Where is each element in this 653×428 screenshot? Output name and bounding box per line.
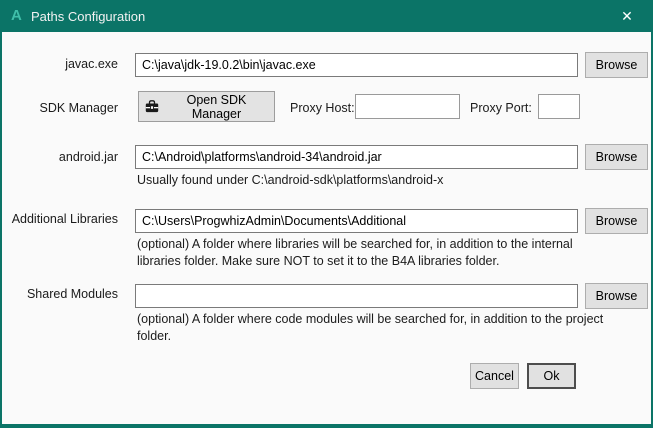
sdk-manager-label: SDK Manager — [6, 101, 118, 115]
javac-label: javac.exe — [6, 57, 118, 71]
additional-libraries-path-input[interactable] — [135, 209, 578, 233]
open-sdk-manager-label: Open SDK Manager — [165, 93, 268, 121]
android-jar-hint: Usually found under C:\android-sdk\platf… — [137, 172, 609, 189]
b4a-logo: A — [11, 0, 22, 32]
javac-browse-button[interactable]: Browse — [585, 52, 648, 78]
shared-modules-browse-button[interactable]: Browse — [585, 283, 648, 309]
close-icon: ✕ — [621, 8, 633, 25]
javac-path-input[interactable] — [135, 53, 578, 77]
additional-libraries-browse-button[interactable]: Browse — [585, 208, 648, 234]
close-button[interactable]: ✕ — [609, 0, 645, 32]
open-sdk-manager-button[interactable]: Open SDK Manager — [138, 91, 275, 122]
proxy-host-label: Proxy Host: — [290, 101, 355, 115]
ok-button[interactable]: Ok — [527, 363, 576, 389]
toolbox-icon — [145, 100, 159, 113]
window-title: Paths Configuration — [31, 0, 145, 32]
android-jar-path-input[interactable] — [135, 145, 578, 169]
shared-modules-path-input[interactable] — [135, 284, 578, 308]
shared-modules-label: Shared Modules — [6, 287, 118, 301]
paths-configuration-dialog: A Paths Configuration ✕ javac.exe Browse… — [0, 0, 653, 428]
proxy-port-label: Proxy Port: — [470, 101, 532, 115]
android-jar-label: android.jar — [6, 150, 118, 164]
additional-libraries-hint: (optional) A folder where libraries will… — [137, 236, 609, 270]
proxy-port-input[interactable] — [538, 94, 580, 119]
title-bar: A Paths Configuration ✕ — [2, 0, 651, 32]
additional-libraries-label: Additional Libraries — [6, 212, 118, 226]
cancel-button[interactable]: Cancel — [470, 363, 519, 389]
android-jar-browse-button[interactable]: Browse — [585, 144, 648, 170]
proxy-host-input[interactable] — [355, 94, 460, 119]
shared-modules-hint: (optional) A folder where code modules w… — [137, 311, 609, 345]
